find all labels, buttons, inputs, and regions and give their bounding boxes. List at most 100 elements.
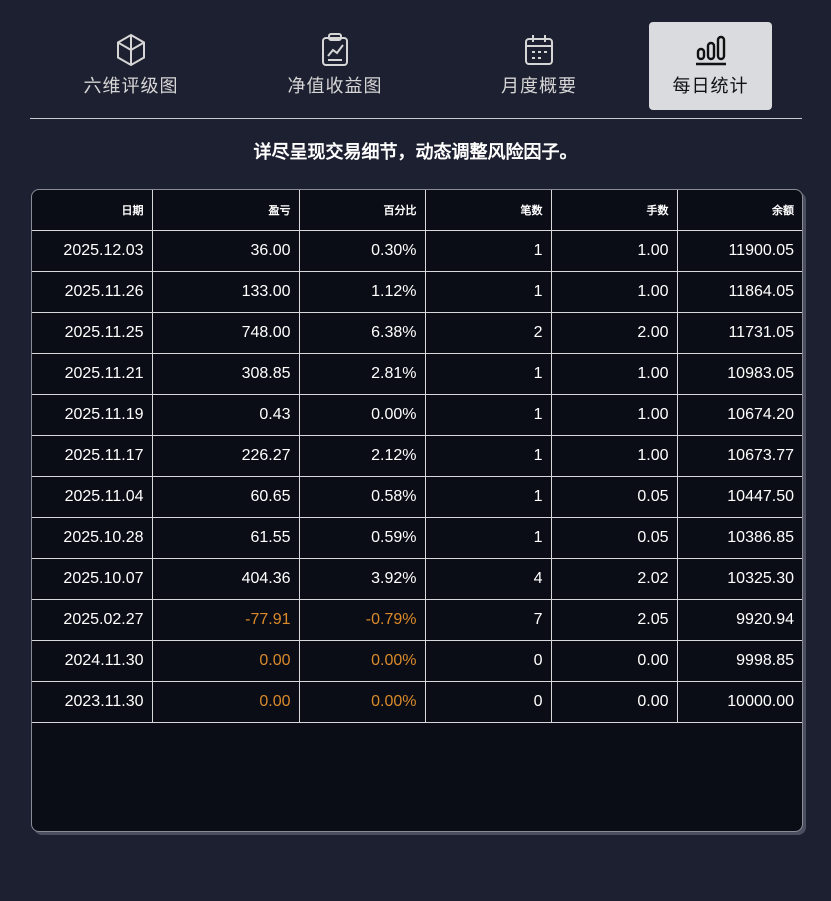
cell-profit-loss: 0.00	[151, 681, 300, 723]
cell-percentage: 0.30%	[298, 230, 426, 272]
daily-stats-table-container[interactable]: 日期 盈亏 百分比 笔数 手数 余额 2025.12.03 36.00 0.30% 1…	[31, 189, 803, 832]
tab-net-value-chart[interactable]: 净值收益图	[248, 22, 422, 110]
table-row: 2023.11.30 0.00 0.00% 0 0.00 10000.00	[32, 681, 802, 723]
cell-date: 2024.11.30	[32, 640, 153, 682]
cell-percentage: 0.00%	[298, 394, 426, 436]
cell-date: 2025.02.27	[32, 599, 153, 641]
cell-lots: 1.00	[550, 230, 678, 272]
cell-trade-count: 1	[424, 271, 552, 313]
cell-trade-count: 1	[424, 230, 552, 272]
table-row: 2025.11.25 748.00 6.38% 2 2.00 11731.05	[32, 312, 802, 354]
cell-balance: 11900.05	[676, 230, 802, 272]
cell-balance: 10447.50	[676, 476, 802, 518]
cell-trade-count: 1	[424, 476, 552, 518]
cell-trade-count: 1	[424, 435, 552, 477]
table-row: 2025.02.27 -77.91 -0.79% 7 2.05 9920.94	[32, 599, 802, 641]
cell-lots: 1.00	[550, 271, 678, 313]
tab-divider	[30, 118, 802, 119]
cell-profit-loss: 0.00	[151, 640, 300, 682]
table-row: 2025.12.03 36.00 0.30% 1 1.00 11900.05	[32, 230, 802, 272]
tab-label: 六维评级图	[83, 76, 179, 97]
cell-trade-count: 0	[424, 640, 552, 682]
cell-date: 2025.12.03	[32, 230, 153, 272]
cell-percentage: 2.81%	[298, 353, 426, 395]
daily-stats-table: 日期 盈亏 百分比 笔数 手数 余额 2025.12.03 36.00 0.30% 1…	[32, 190, 802, 723]
header-percentage: 百分比	[298, 190, 426, 231]
cell-balance: 11731.05	[676, 312, 802, 354]
page-subtitle: 详尽呈现交易细节，动态调整风险因子。	[253, 142, 578, 163]
cell-profit-loss: 133.00	[151, 271, 300, 313]
cell-percentage: 2.12%	[298, 435, 426, 477]
cell-profit-loss: 60.65	[151, 476, 300, 518]
tab-label: 每日统计	[672, 76, 749, 97]
cell-date: 2025.11.26	[32, 271, 153, 313]
tab-bar: 六维评级图 净值收益图 月度概要 每日统计	[30, 22, 802, 118]
cell-lots: 1.00	[550, 394, 678, 436]
header-trade-count: 笔数	[424, 190, 552, 231]
cell-percentage: -0.79%	[298, 599, 426, 641]
cell-percentage: 0.00%	[298, 681, 426, 723]
cell-lots: 2.02	[550, 558, 678, 600]
table-header-row: 日期 盈亏 百分比 笔数 手数 余额	[32, 190, 802, 231]
table-row: 2025.11.17 226.27 2.12% 1 1.00 10673.77	[32, 435, 802, 477]
cell-profit-loss: 0.43	[151, 394, 300, 436]
cell-lots: 0.05	[550, 476, 678, 518]
cell-date: 2025.11.04	[32, 476, 153, 518]
cell-trade-count: 2	[424, 312, 552, 354]
cell-profit-loss: 61.55	[151, 517, 300, 559]
tab-monthly-summary[interactable]: 月度概要	[452, 22, 626, 110]
table-row: 2025.10.07 404.36 3.92% 4 2.02 10325.30	[32, 558, 802, 600]
cell-lots: 2.05	[550, 599, 678, 641]
cell-lots: 0.00	[550, 681, 678, 723]
cell-percentage: 0.00%	[298, 640, 426, 682]
cell-lots: 0.00	[550, 640, 678, 682]
cell-lots: 1.00	[550, 435, 678, 477]
bar-chart-icon	[694, 32, 728, 68]
cell-lots: 0.05	[550, 517, 678, 559]
cell-profit-loss: 748.00	[151, 312, 300, 354]
hexagon-cube-icon	[114, 32, 148, 68]
table-row: 2025.11.26 133.00 1.12% 1 1.00 11864.05	[32, 271, 802, 313]
cell-profit-loss: -77.91	[151, 599, 300, 641]
cell-lots: 2.00	[550, 312, 678, 354]
cell-balance: 9920.94	[676, 599, 802, 641]
cell-trade-count: 0	[424, 681, 552, 723]
table-row: 2025.11.21 308.85 2.81% 1 1.00 10983.05	[32, 353, 802, 395]
cell-date: 2025.11.17	[32, 435, 153, 477]
cell-balance: 10983.05	[676, 353, 802, 395]
tab-six-dimension-rating[interactable]: 六维评级图	[44, 22, 218, 110]
cell-profit-loss: 404.36	[151, 558, 300, 600]
header-balance: 余额	[676, 190, 802, 231]
cell-balance: 10325.30	[676, 558, 802, 600]
cell-balance: 10386.85	[676, 517, 802, 559]
table-row: 2025.11.04 60.65 0.58% 1 0.05 10447.50	[32, 476, 802, 518]
table-row: 2025.11.19 0.43 0.00% 1 1.00 10674.20	[32, 394, 802, 436]
tab-label: 月度概要	[501, 76, 577, 97]
calendar-icon	[521, 32, 557, 68]
header-profit-loss: 盈亏	[151, 190, 300, 231]
cell-percentage: 0.58%	[298, 476, 426, 518]
cell-date: 2025.10.28	[32, 517, 153, 559]
header-date: 日期	[32, 190, 153, 231]
cell-balance: 11864.05	[676, 271, 802, 313]
cell-trade-count: 7	[424, 599, 552, 641]
cell-balance: 10674.20	[676, 394, 802, 436]
cell-percentage: 1.12%	[298, 271, 426, 313]
table-row: 2024.11.30 0.00 0.00% 0 0.00 9998.85	[32, 640, 802, 682]
cell-lots: 1.00	[550, 353, 678, 395]
cell-trade-count: 4	[424, 558, 552, 600]
cell-balance: 9998.85	[676, 640, 802, 682]
cell-trade-count: 1	[424, 517, 552, 559]
table-row: 2025.10.28 61.55 0.59% 1 0.05 10386.85	[32, 517, 802, 559]
cell-balance: 10673.77	[676, 435, 802, 477]
trend-chart-icon	[318, 32, 352, 68]
cell-percentage: 0.59%	[298, 517, 426, 559]
cell-balance: 10000.00	[676, 681, 802, 723]
cell-trade-count: 1	[424, 353, 552, 395]
cell-profit-loss: 36.00	[151, 230, 300, 272]
tab-daily-statistics[interactable]: 每日统计	[649, 22, 772, 110]
cell-date: 2025.11.21	[32, 353, 153, 395]
cell-profit-loss: 226.27	[151, 435, 300, 477]
cell-profit-loss: 308.85	[151, 353, 300, 395]
cell-date: 2025.11.25	[32, 312, 153, 354]
